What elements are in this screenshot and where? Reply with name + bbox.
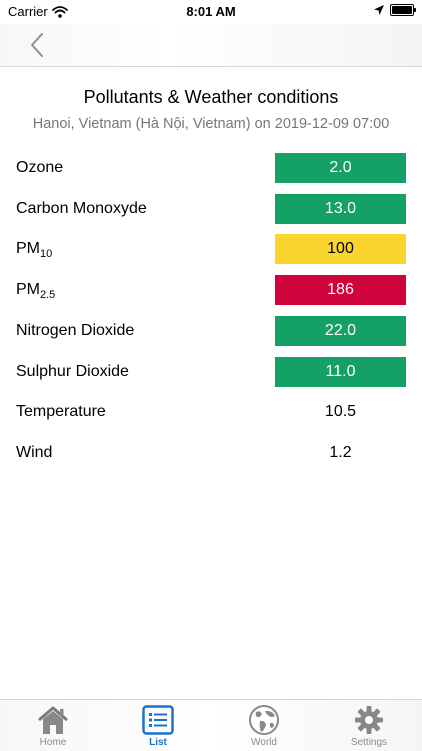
pollutant-row-nitrogen-dioxide: Nitrogen Dioxide 22.0 [0,315,422,349]
pollutant-row-carbon-monoxyde: Carbon Monoxyde 13.0 [0,193,422,227]
status-right [374,4,416,16]
location-arrow-icon [374,5,384,15]
row-label: Sulphur Dioxide [16,363,129,380]
weather-row-temperature: Temperature 10.5 [0,396,422,430]
row-value: 11.0 [275,357,406,387]
pollutant-row-sulphur-dioxide: Sulphur Dioxide 11.0 [0,356,422,390]
row-value: 1.2 [329,444,352,461]
page-title: Pollutants & Weather conditions [83,87,339,107]
tab-label: Settings [350,737,388,748]
row-value: 13.0 [275,194,406,224]
navigation-bar [0,24,422,67]
status-time: 8:01 AM [186,4,236,19]
chevron-left-icon [31,33,43,57]
pollutant-row-pm25: PM2.5 186 [0,274,422,308]
tab-label: Home [39,737,67,748]
tab-settings[interactable]: Settings [334,700,404,751]
gear-icon [355,706,383,734]
home-icon [38,706,68,734]
list-icon [142,705,174,735]
row-value: 2.0 [275,153,406,183]
row-label: Nitrogen Dioxide [16,322,135,339]
status-bar: Carrier 8:01 AM [0,0,422,24]
tab-home[interactable]: Home [18,700,88,751]
row-label: Wind [16,444,53,461]
pollutant-row-pm10: PM10 100 [0,233,422,267]
location-subtitle: Hanoi, Vietnam (Hà Nội, Vietnam) on 2019… [32,116,390,132]
pollutant-row-ozone: Ozone 2.0 [0,152,422,186]
tab-list[interactable]: List [123,700,193,751]
battery-icon [390,4,416,16]
row-label: Temperature [16,403,106,420]
back-button[interactable] [26,30,50,60]
row-label: Carbon Monoxyde [16,200,147,217]
tab-label: World [251,737,277,748]
row-value: 22.0 [275,316,406,346]
row-label-subscript: 2.5 [40,289,56,301]
row-value: 10.5 [324,403,357,420]
tab-label: List [149,737,167,748]
row-label-subscript: 10 [40,248,53,260]
row-value: 186 [275,275,406,305]
row-label: PM10 [16,240,53,260]
tab-world[interactable]: World [229,700,299,751]
globe-icon [249,705,279,735]
row-label: PM2.5 [16,281,56,301]
tab-bar: Home List World Settings [0,699,422,751]
row-value: 100 [275,234,406,264]
weather-row-wind: Wind 1.2 [0,437,422,471]
row-label: Ozone [16,159,64,176]
